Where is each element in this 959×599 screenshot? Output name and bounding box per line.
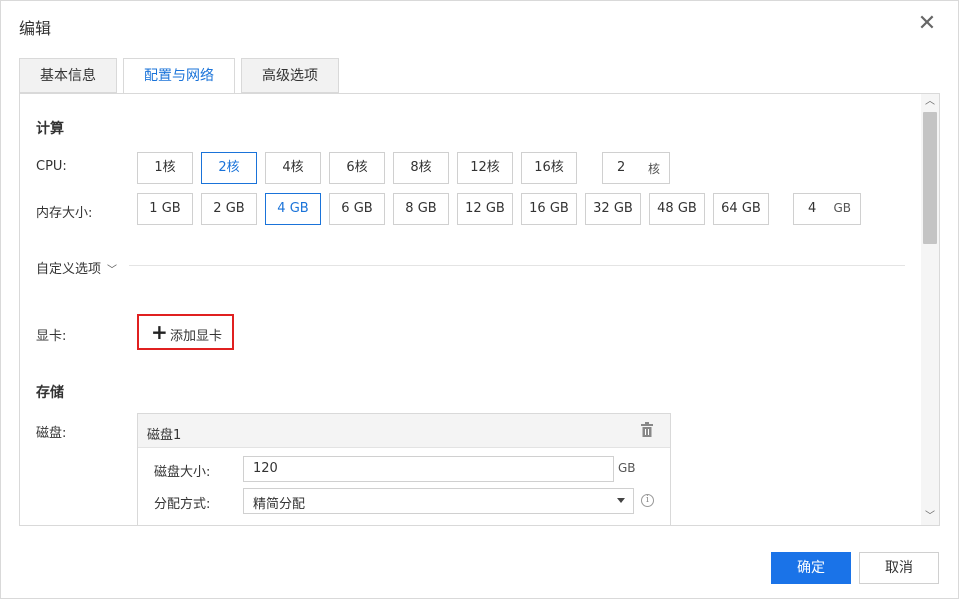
cpu-custom-value: 2: [617, 160, 626, 175]
disk-size-unit: GB: [618, 461, 636, 475]
memory-option-4gb[interactable]: 4 GB: [265, 193, 321, 225]
cpu-option-6[interactable]: 6核: [329, 152, 385, 184]
disk-size-value: 120: [253, 461, 278, 476]
edit-dialog: 编辑 ✕ 基本信息 配置与网络 高级选项 计算 CPU: 1核 2核 4核 6核…: [0, 0, 959, 599]
allocation-select[interactable]: 精简分配: [243, 488, 634, 514]
checkbox[interactable]: [243, 525, 257, 526]
add-gpu-button[interactable]: + 添加显卡: [137, 314, 234, 350]
memory-option-48gb[interactable]: 48 GB: [649, 193, 705, 225]
gpu-label: 显卡:: [36, 329, 67, 344]
cpu-option-12[interactable]: 12核: [457, 152, 513, 184]
disk-label: 磁盘:: [36, 426, 67, 441]
divider: [129, 265, 905, 266]
allocation-value: 精简分配: [253, 497, 306, 512]
compute-section-title: 计算: [36, 121, 64, 137]
scrollbar[interactable]: ︿ ﹀: [921, 94, 939, 525]
add-gpu-label: 添加显卡: [170, 329, 223, 344]
memory-option-2gb[interactable]: 2 GB: [201, 193, 257, 225]
dialog-title: 编辑: [19, 19, 52, 38]
cpu-option-2[interactable]: 2核: [201, 152, 257, 184]
info-icon[interactable]: i: [641, 494, 654, 507]
disk-size-input[interactable]: 120: [243, 456, 614, 482]
cpu-label: CPU:: [36, 159, 67, 174]
scroll-down-icon[interactable]: ﹀: [921, 509, 939, 525]
memory-option-16gb[interactable]: 16 GB: [521, 193, 577, 225]
memory-option-8gb[interactable]: 8 GB: [393, 193, 449, 225]
scroll-up-icon[interactable]: ︿: [921, 94, 939, 110]
storage-section-title: 存储: [36, 385, 64, 401]
plus-icon: +: [151, 320, 168, 344]
dropdown-caret-icon: [617, 498, 625, 503]
disk-card-header: 磁盘1: [138, 414, 670, 448]
trash-icon[interactable]: [640, 422, 654, 438]
memory-option-6gb[interactable]: 6 GB: [329, 193, 385, 225]
tab-advanced[interactable]: 高级选项: [241, 58, 339, 93]
disk-name: 磁盘1: [147, 428, 182, 443]
chevron-down-icon: ﹀: [107, 265, 118, 276]
cpu-custom-input[interactable]: 2 核: [602, 152, 670, 184]
memory-label: 内存大小:: [36, 206, 93, 221]
memory-option-12gb[interactable]: 12 GB: [457, 193, 513, 225]
close-icon[interactable]: ✕: [915, 13, 939, 37]
cpu-option-8[interactable]: 8核: [393, 152, 449, 184]
tab-config-network[interactable]: 配置与网络: [123, 58, 235, 94]
cpu-custom-unit: 核: [647, 162, 660, 176]
cpu-option-1[interactable]: 1核: [137, 152, 193, 184]
disk-size-label: 磁盘大小:: [154, 465, 211, 480]
cpu-option-16[interactable]: 16核: [521, 152, 577, 184]
memory-option-64gb[interactable]: 64 GB: [713, 193, 769, 225]
memory-option-1gb[interactable]: 1 GB: [137, 193, 193, 225]
memory-custom-value: 4: [808, 201, 817, 216]
tab-basic-info[interactable]: 基本信息: [19, 58, 117, 93]
confirm-button[interactable]: 确定: [771, 552, 851, 584]
cancel-button[interactable]: 取消: [859, 552, 939, 584]
memory-custom-input[interactable]: 4 GB: [793, 193, 861, 225]
allocation-label: 分配方式:: [154, 497, 211, 512]
custom-options-label: 自定义选项: [36, 262, 102, 277]
memory-custom-unit: GB: [833, 201, 851, 215]
custom-options-toggle[interactable]: 自定义选项 ﹀: [36, 258, 117, 277]
scrollbar-thumb[interactable]: [923, 112, 937, 244]
memory-option-32gb[interactable]: 32 GB: [585, 193, 641, 225]
cpu-option-4[interactable]: 4核: [265, 152, 321, 184]
disk-card: 磁盘1 磁盘大小: 120 GB 分配方式: 精简分配 i: [137, 413, 671, 526]
